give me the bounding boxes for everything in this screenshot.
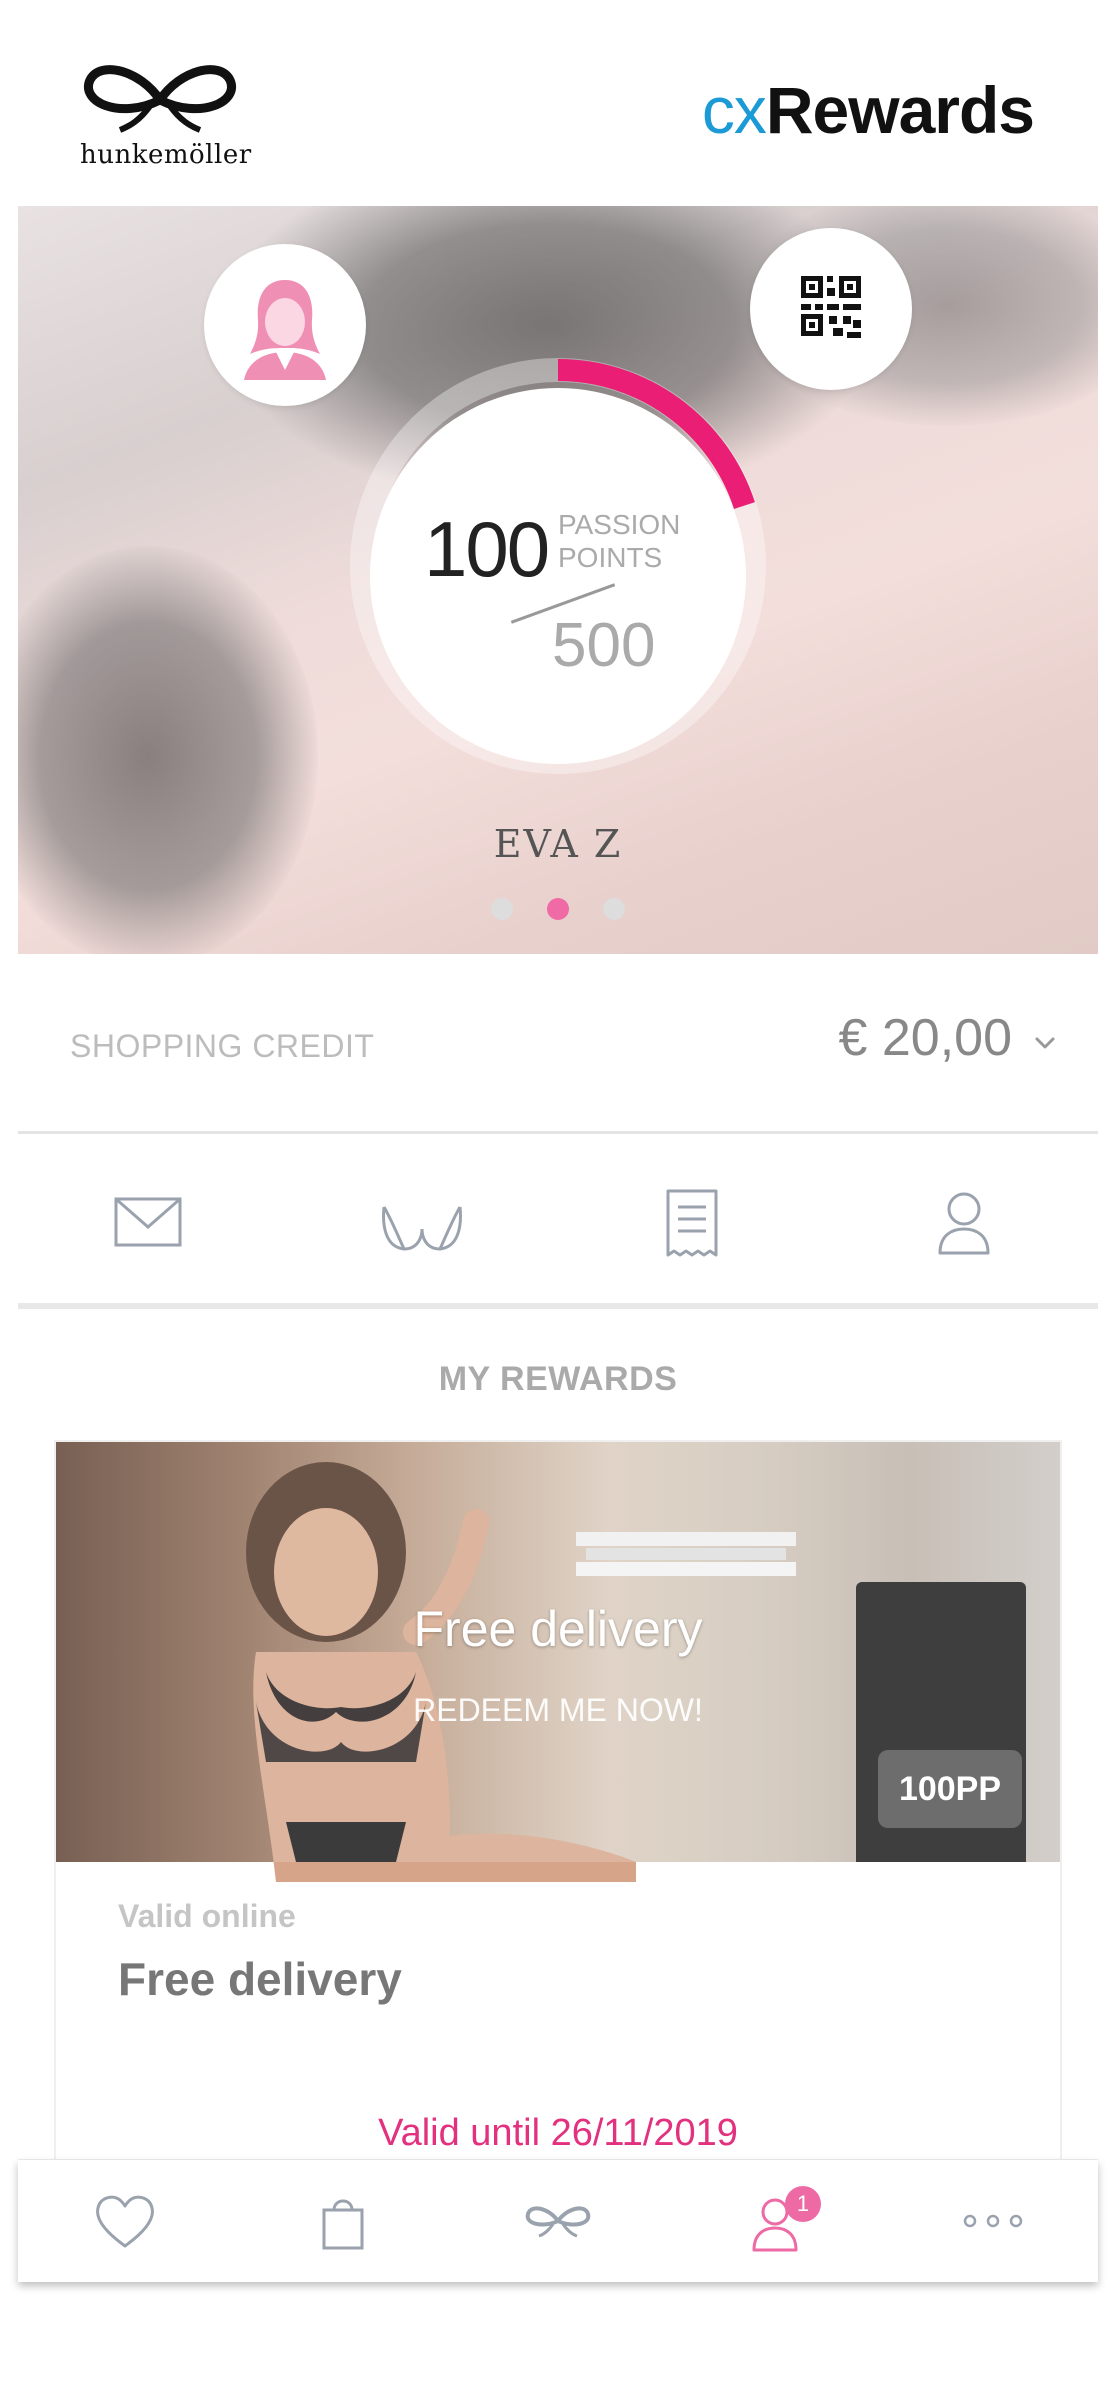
reward-valid-until: Valid until 26/11/2019	[378, 2112, 738, 2154]
carousel-dots	[18, 898, 1098, 925]
reward-title: Free delivery	[118, 1953, 402, 2005]
shopping-credit-row[interactable]: SHOPPING CREDIT € 20,00	[18, 954, 1098, 1134]
points-target: 500	[552, 611, 656, 680]
tab-sizes[interactable]	[362, 1177, 482, 1267]
logo-wordmark: hunkemöller	[80, 140, 252, 170]
reward-card-image: Free delivery REDEEM ME NOW! 100PP	[56, 1442, 1060, 1882]
reward-card[interactable]: Free delivery REDEEM ME NOW! 100PP Valid…	[56, 1442, 1060, 2162]
shopping-credit-amount: € 20,00	[838, 1009, 1013, 1067]
reward-points-badge: 100PP	[878, 1750, 1022, 1828]
points-label-line1: PASSION	[558, 509, 681, 540]
hunkemoller-logo[interactable]: hunkemöller	[80, 60, 252, 170]
more-icon	[963, 2214, 1023, 2228]
member-name: EVA Z	[493, 822, 623, 866]
hero-background-lace	[18, 546, 318, 954]
nav-home[interactable]	[523, 2188, 593, 2254]
notification-badge: 1	[785, 2186, 821, 2222]
brand-prefix: cx	[701, 73, 767, 147]
person-icon	[938, 1192, 990, 1255]
bow-logo-icon	[84, 65, 236, 133]
carousel-dot[interactable]	[491, 898, 513, 920]
points-label-line2: POINTS	[558, 542, 663, 573]
carousel-dot[interactable]	[603, 898, 625, 920]
carousel-dot-active[interactable]	[547, 898, 569, 920]
shopping-bag-icon	[322, 2199, 364, 2250]
woman-avatar-icon	[244, 280, 326, 380]
points-value: 100	[424, 505, 550, 593]
receipt-icon	[666, 1189, 718, 1257]
my-rewards-title: MY REWARDS	[438, 1360, 678, 1398]
bra-icon	[382, 1206, 462, 1251]
points-label: PASSION POINTS	[558, 508, 680, 574]
bow-logo-icon	[525, 2206, 591, 2238]
reward-valid-where: Valid online	[118, 1898, 296, 1934]
tab-profile[interactable]	[904, 1177, 1024, 1267]
nav-wishlist[interactable]	[90, 2188, 160, 2254]
tab-receipts[interactable]	[632, 1177, 752, 1267]
reward-redeem-cta[interactable]: REDEEM ME NOW!	[56, 1692, 1060, 1729]
shopping-credit-label: SHOPPING CREDIT	[70, 1028, 375, 1064]
qr-code-icon	[801, 276, 861, 338]
heart-icon	[96, 2195, 154, 2248]
avatar-button[interactable]	[204, 244, 366, 406]
envelope-icon	[114, 1197, 182, 1247]
account-tabs	[18, 1137, 1098, 1309]
bottom-navigation: 1	[18, 2160, 1098, 2282]
tab-messages[interactable]	[88, 1177, 208, 1267]
profile-hero[interactable]: 100 PASSION POINTS 500 EVA Z	[18, 206, 1098, 954]
reward-promo-title: Free delivery	[413, 1601, 703, 1657]
brand-suffix: Rewards	[765, 73, 1035, 147]
nav-more[interactable]	[958, 2188, 1028, 2254]
cxrewards-brand: cxRewards	[701, 72, 1035, 148]
nav-shop[interactable]	[308, 2188, 378, 2254]
app-header: hunkemöller cxRewards	[0, 0, 1116, 206]
chevron-down-icon[interactable]	[1030, 1028, 1060, 1058]
qr-code-button[interactable]	[750, 228, 912, 390]
